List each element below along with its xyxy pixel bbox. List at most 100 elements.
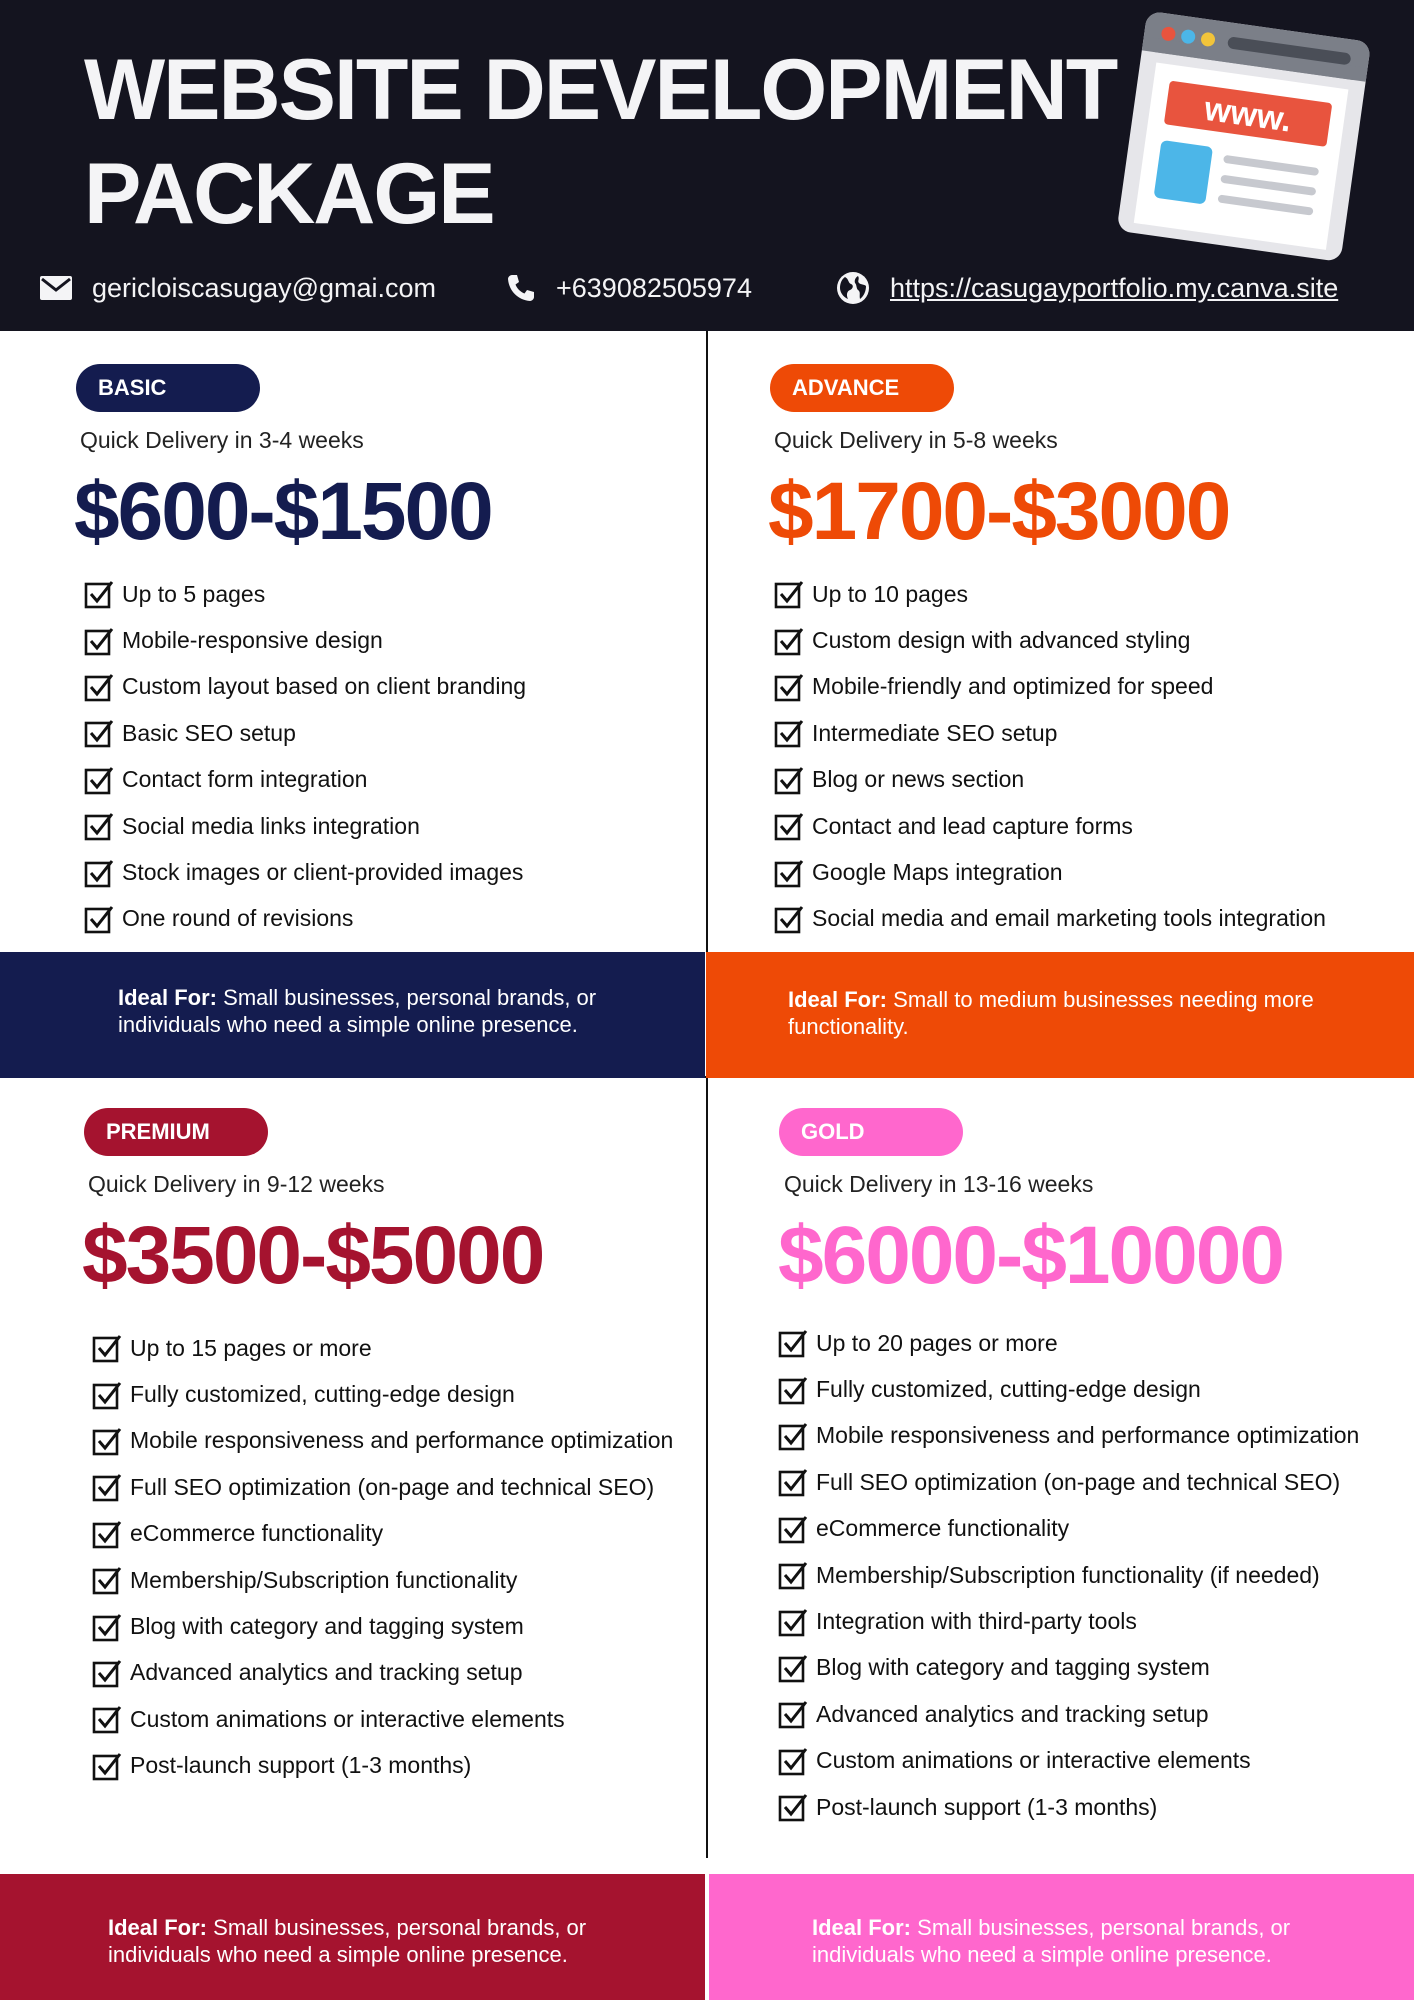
contact-email[interactable]: gericloiscasugay@gmai.com [40, 268, 436, 308]
checkbox-icon [778, 1562, 808, 1590]
feature-item: Membership/Subscription functionality [92, 1557, 673, 1603]
contact-website[interactable]: https://casugayportfolio.my.canva.site [836, 268, 1338, 308]
globe-icon [837, 272, 869, 304]
checkbox-icon [778, 1654, 808, 1683]
ideal-for-gold: Ideal For: Small businesses, personal br… [709, 1874, 1414, 2000]
feature-text: Custom design with advanced styling [812, 627, 1191, 654]
checkbox-icon [84, 627, 114, 655]
delivery-basic: Quick Delivery in 3-4 weeks [80, 427, 364, 453]
price-basic: $600-$1500 [74, 466, 494, 557]
contact-phone[interactable]: +639082505974 [506, 268, 752, 308]
phone-text: +639082505974 [556, 272, 752, 303]
checkbox-icon [778, 1469, 808, 1497]
feature-item: Membership/Subscription functionality (i… [778, 1552, 1359, 1598]
feature-text: Advanced analytics and tracking setup [816, 1700, 1209, 1727]
checkbox-icon [778, 1794, 808, 1822]
checkbox-icon [84, 766, 114, 795]
feature-text: Custom animations or interactive element… [816, 1747, 1251, 1774]
feature-item: Custom layout based on client branding [84, 664, 526, 710]
feature-item: Stock images or client-provided images [84, 849, 526, 895]
feature-text: Contact form integration [122, 766, 368, 793]
feature-item: Up to 5 pages [84, 571, 526, 617]
ideal-text-2: individuals who need a simple online pre… [108, 1942, 568, 1967]
checkbox-icon [92, 1428, 122, 1456]
feature-item: Post-launch support (1-3 months) [92, 1743, 673, 1789]
feature-item: Advanced analytics and tracking setup [92, 1650, 673, 1696]
feature-text: One round of revisions [122, 905, 354, 932]
badge-advance: ADVANCE [770, 364, 954, 412]
checkbox-icon [778, 1376, 808, 1404]
ideal-text-1: Small businesses, personal brands, or [917, 1915, 1291, 1940]
feature-text: Full SEO optimization (on-page and techn… [130, 1473, 655, 1500]
checkbox-icon [92, 1520, 122, 1549]
ideal-text-2: individuals who need a simple online pre… [812, 1942, 1272, 1967]
feature-list-basic: Up to 5 pages Mobile-responsive design C… [84, 571, 526, 942]
feature-item: eCommerce functionality [92, 1511, 673, 1557]
feature-item: eCommerce functionality [778, 1506, 1359, 1552]
checkbox-icon [774, 720, 804, 748]
checkbox-icon [774, 581, 804, 609]
title-line-1: WEBSITE DEVELOPMENT [84, 42, 1118, 138]
feature-text: Intermediate SEO setup [812, 719, 1058, 746]
ideal-label: Ideal For: [812, 1915, 912, 1940]
feature-text: Membership/Subscription functionality (i… [816, 1561, 1320, 1588]
feature-item: Full SEO optimization (on-page and techn… [92, 1464, 673, 1510]
feature-text: Custom animations or interactive element… [130, 1705, 565, 1732]
feature-item: Blog with category and tagging system [92, 1603, 673, 1649]
feature-text: Mobile responsiveness and performance op… [130, 1427, 674, 1454]
feature-text: Contact and lead capture forms [812, 812, 1133, 839]
feature-text: Blog or news section [812, 766, 1025, 793]
ideal-label: Ideal For: [118, 985, 218, 1010]
feature-text: Mobile-friendly and optimized for speed [812, 673, 1214, 700]
checkbox-icon [84, 581, 114, 609]
feature-text: Fully customized, cutting-edge design [130, 1381, 515, 1408]
ideal-text-2: functionality. [788, 1014, 909, 1039]
feature-item: Intermediate SEO setup [774, 710, 1326, 756]
checkbox-icon [84, 720, 114, 748]
ideal-for-basic: Ideal For: Small businesses, personal br… [0, 952, 705, 1078]
checkbox-icon [84, 674, 114, 702]
feature-item: Full SEO optimization (on-page and techn… [778, 1459, 1359, 1505]
checkbox-icon [774, 674, 804, 702]
feature-text: Up to 10 pages [812, 580, 969, 607]
mail-icon [40, 276, 72, 300]
delivery-advance: Quick Delivery in 5-8 weeks [774, 427, 1058, 453]
feature-item: Integration with third-party tools [778, 1598, 1359, 1644]
website-link[interactable]: https://casugayportfolio.my.canva.site [890, 273, 1338, 304]
feature-item: Social media links integration [84, 803, 526, 849]
badge-premium: PREMIUM [84, 1108, 268, 1156]
checkbox-icon [84, 859, 114, 887]
checkbox-icon [92, 1752, 122, 1781]
feature-item: Custom design with advanced styling [774, 617, 1326, 663]
feature-item: Custom animations or interactive element… [92, 1696, 673, 1742]
price-advance: $1700-$3000 [768, 466, 1231, 557]
feature-text: eCommerce functionality [130, 1520, 384, 1547]
feature-list-premium: Up to 15 pages or more Fully customized,… [92, 1325, 673, 1789]
delivery-gold: Quick Delivery in 13-16 weeks [784, 1171, 1094, 1197]
feature-item: Mobile-friendly and optimized for speed [774, 664, 1326, 710]
ideal-text-1: Small to medium businesses needing more [893, 987, 1314, 1012]
feature-list-gold: Up to 20 pages or more Fully customized,… [778, 1320, 1359, 1830]
feature-item: Up to 15 pages or more [92, 1325, 673, 1371]
feature-text: Up to 5 pages [122, 580, 266, 607]
browser-www-icon: www. [1102, 1, 1394, 285]
price-premium: $3500-$5000 [82, 1210, 545, 1301]
ideal-text-1: Small businesses, personal brands, or [223, 985, 597, 1010]
feature-item: Mobile responsiveness and performance op… [92, 1418, 673, 1464]
feature-text: Mobile-responsive design [122, 627, 383, 654]
badge-basic: BASIC [76, 364, 260, 412]
feature-text: Blog with category and tagging system [130, 1613, 524, 1640]
feature-item: Google Maps integration [774, 849, 1326, 895]
header: WEBSITE DEVELOPMENT PACKAGE www. gericlo… [0, 0, 1414, 331]
feature-text: Custom layout based on client branding [122, 673, 527, 700]
checkbox-icon [774, 905, 804, 934]
feature-text: Full SEO optimization (on-page and techn… [816, 1468, 1341, 1495]
feature-item: Contact and lead capture forms [774, 803, 1326, 849]
vertical-divider-top [706, 331, 708, 953]
checkbox-icon [84, 813, 114, 841]
checkbox-icon [92, 1335, 122, 1363]
feature-text: eCommerce functionality [816, 1515, 1070, 1542]
checkbox-icon [92, 1659, 122, 1688]
feature-text: Basic SEO setup [122, 719, 296, 746]
feature-item: One round of revisions [84, 896, 526, 942]
